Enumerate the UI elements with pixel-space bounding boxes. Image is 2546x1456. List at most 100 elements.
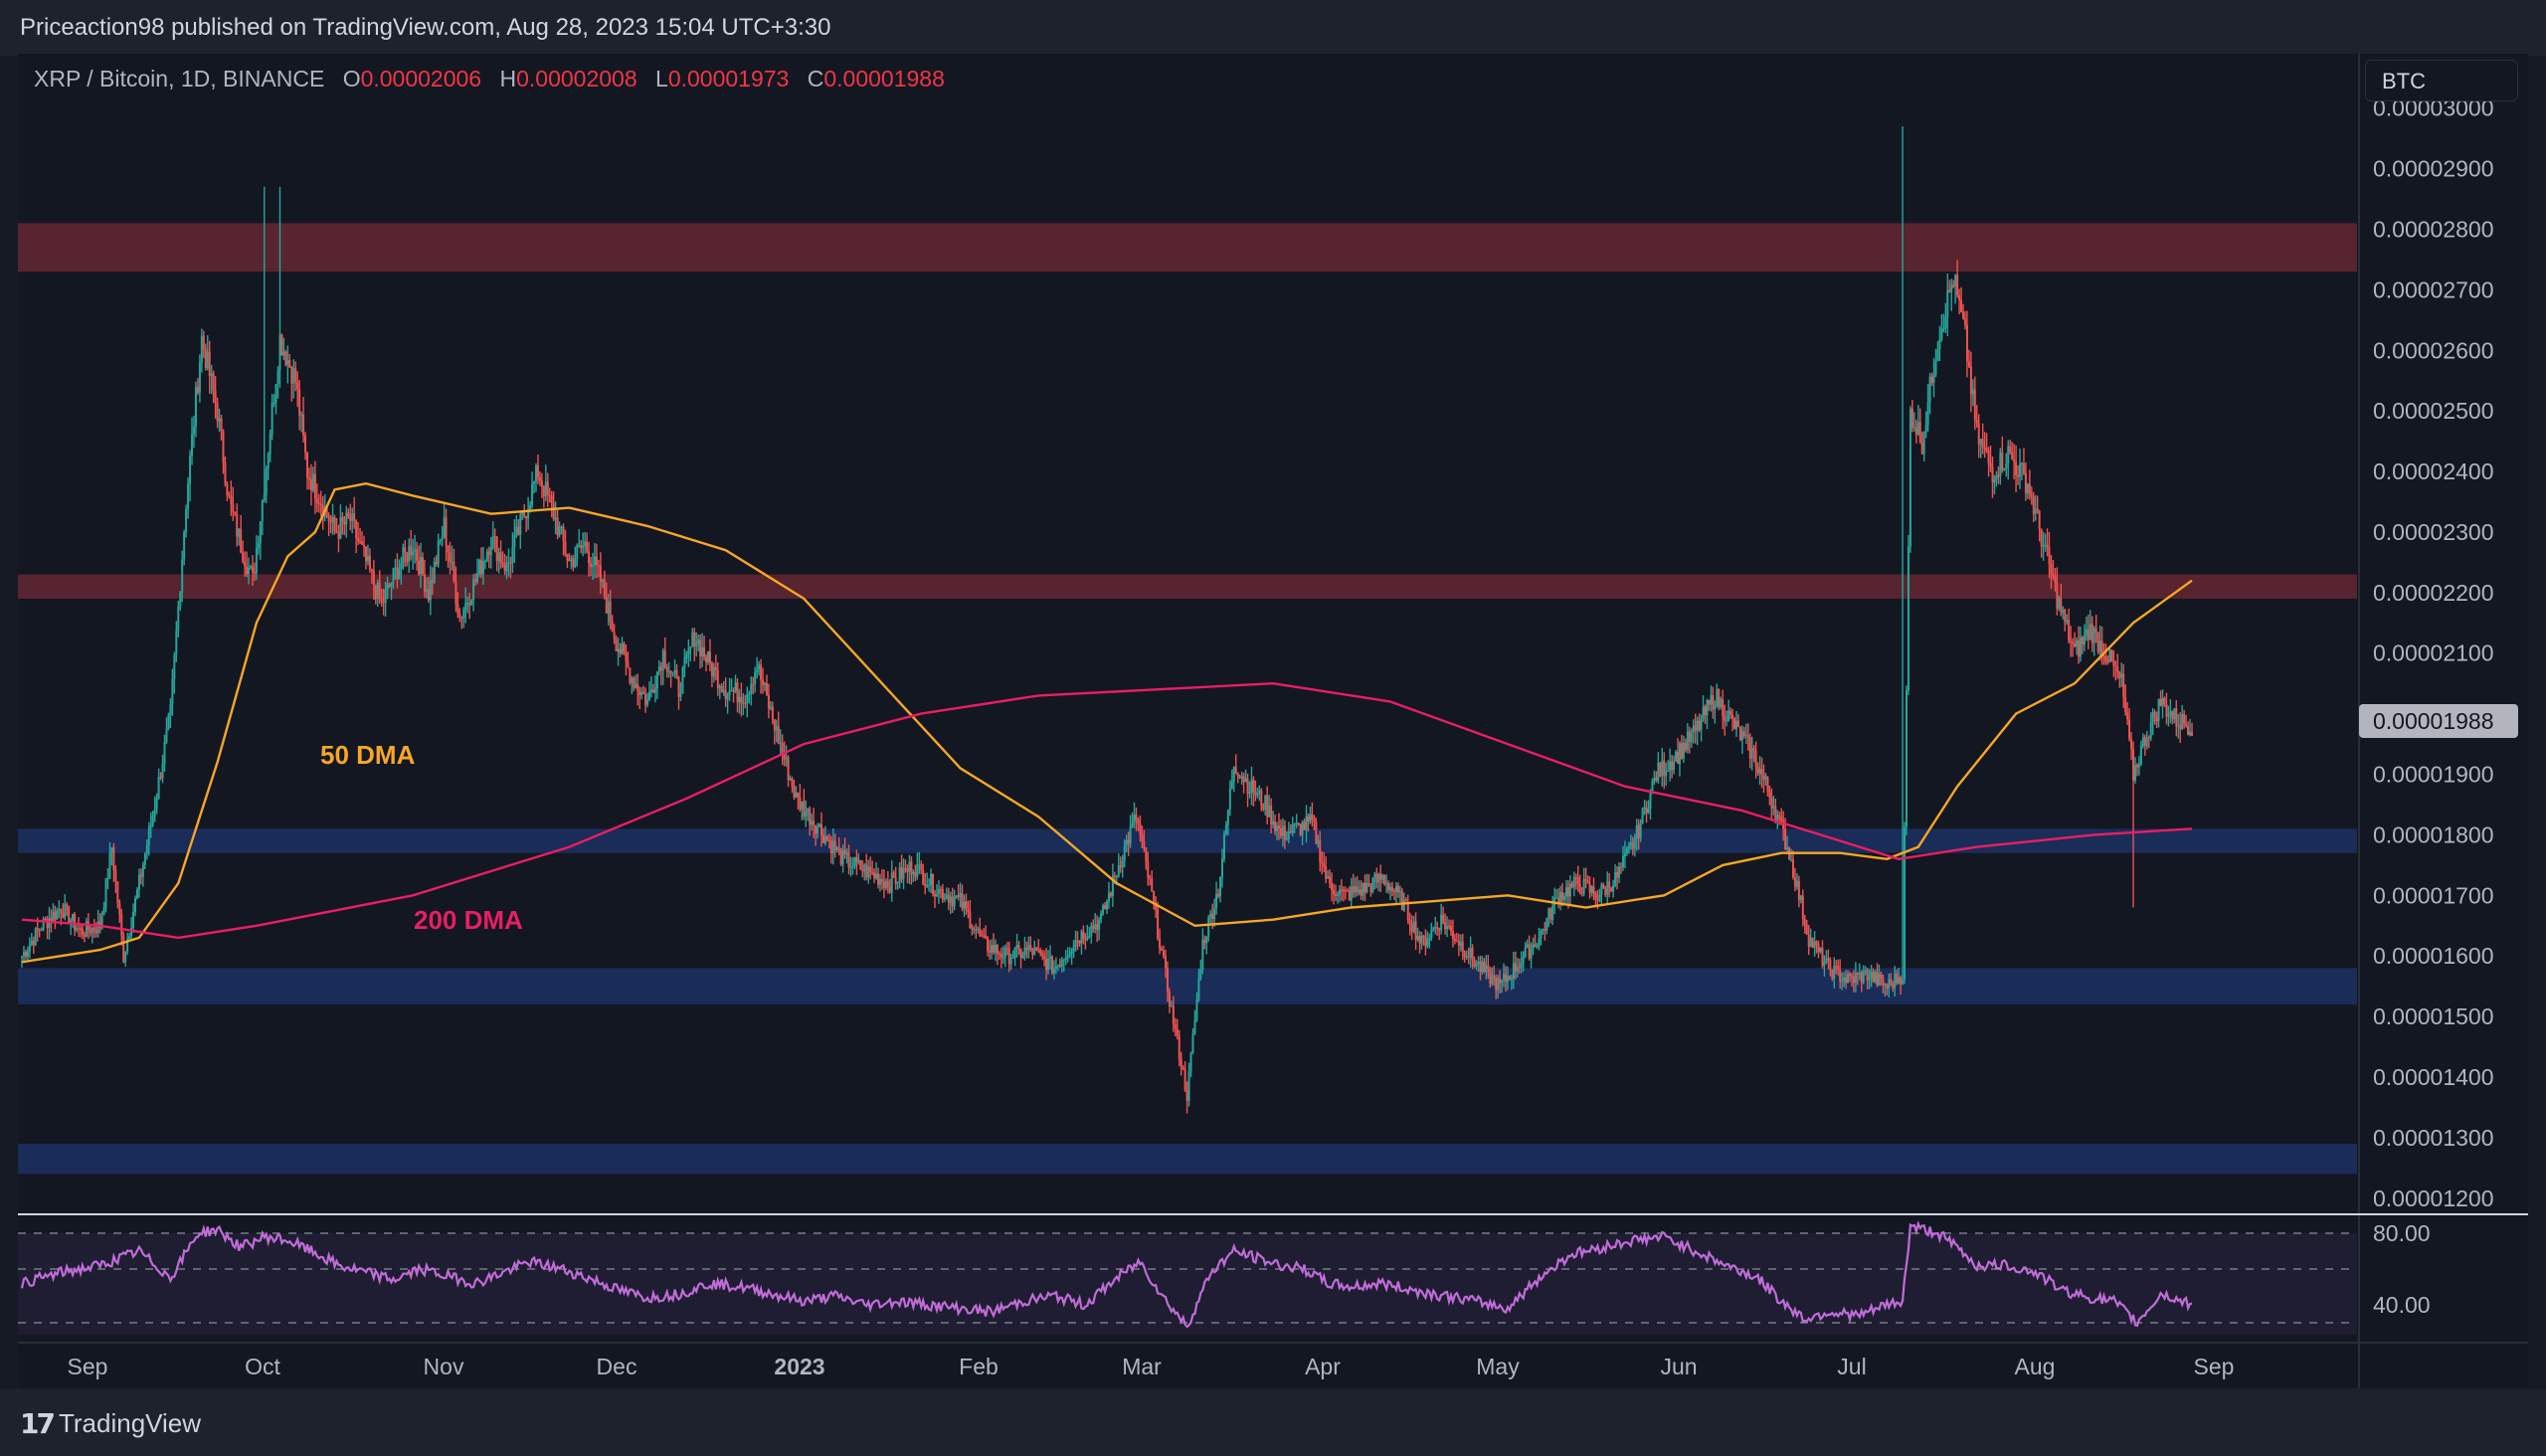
candle bbox=[1770, 788, 1773, 821]
candle bbox=[108, 841, 111, 880]
tradingview-logo[interactable]: 𝟭𝟳 TradingView bbox=[20, 1407, 201, 1440]
candle bbox=[40, 927, 43, 932]
candle bbox=[884, 878, 887, 891]
low-value: 0.00001973 bbox=[667, 66, 790, 91]
candle bbox=[578, 529, 581, 548]
candle bbox=[2165, 692, 2168, 725]
candle bbox=[1422, 934, 1425, 946]
rsi-band bbox=[18, 1233, 2357, 1335]
candle bbox=[357, 522, 360, 546]
candle bbox=[307, 467, 310, 490]
candle bbox=[257, 535, 260, 555]
candle bbox=[762, 667, 765, 694]
candle bbox=[1137, 817, 1140, 831]
candle bbox=[76, 925, 79, 933]
candle bbox=[1963, 310, 1966, 330]
candle bbox=[1700, 714, 1703, 742]
candle bbox=[347, 508, 350, 519]
candle bbox=[1387, 880, 1390, 894]
candle bbox=[687, 638, 690, 667]
candle bbox=[1938, 325, 1941, 361]
candle bbox=[544, 464, 547, 502]
candle bbox=[1604, 885, 1607, 898]
candle bbox=[198, 354, 201, 403]
candle bbox=[576, 543, 579, 567]
candle bbox=[1377, 872, 1380, 892]
candle bbox=[1129, 815, 1132, 848]
candle bbox=[2042, 531, 2045, 561]
candle bbox=[1111, 863, 1114, 907]
candle bbox=[2096, 632, 2099, 655]
candle bbox=[1760, 757, 1763, 789]
candle bbox=[716, 661, 719, 696]
candlestick-chart[interactable]: 0.000030000.000029000.000028000.00002700… bbox=[0, 0, 2546, 1456]
candle bbox=[137, 868, 140, 898]
candle bbox=[1965, 310, 1968, 378]
candle bbox=[771, 701, 774, 725]
candle bbox=[1827, 949, 1830, 970]
candle bbox=[517, 518, 520, 536]
candle bbox=[1430, 922, 1433, 942]
candle bbox=[2128, 708, 2131, 742]
candle bbox=[1916, 405, 1919, 437]
candle bbox=[1176, 1018, 1179, 1040]
candle bbox=[439, 539, 442, 545]
candle bbox=[1530, 942, 1533, 969]
candle bbox=[955, 894, 958, 899]
candle bbox=[345, 505, 348, 538]
candle bbox=[1926, 384, 1929, 432]
candle bbox=[2185, 714, 2188, 728]
candle bbox=[849, 856, 852, 877]
candle bbox=[2079, 626, 2082, 662]
candle bbox=[991, 939, 994, 960]
candle bbox=[1309, 807, 1312, 824]
candle bbox=[797, 792, 800, 810]
candle bbox=[1657, 752, 1660, 784]
candle bbox=[437, 533, 440, 568]
candle bbox=[1590, 885, 1593, 897]
candle bbox=[2046, 528, 2049, 557]
candle bbox=[443, 501, 446, 539]
candle bbox=[1479, 955, 1482, 981]
candle bbox=[1790, 848, 1793, 862]
candle bbox=[335, 518, 338, 534]
currency-button[interactable]: BTC bbox=[2365, 60, 2518, 101]
candle bbox=[163, 734, 166, 772]
candle bbox=[720, 683, 723, 693]
candle bbox=[2005, 453, 2008, 477]
candle bbox=[807, 808, 810, 821]
candle bbox=[1035, 946, 1038, 952]
candle bbox=[2114, 660, 2117, 681]
candle bbox=[1580, 887, 1583, 897]
candle bbox=[1029, 936, 1032, 953]
candle bbox=[592, 552, 595, 580]
candle bbox=[1467, 947, 1470, 965]
candle bbox=[1572, 871, 1575, 897]
candle bbox=[1734, 710, 1737, 737]
candle bbox=[580, 540, 583, 554]
candle bbox=[1625, 846, 1628, 856]
candle bbox=[1962, 303, 1965, 320]
candle bbox=[1248, 781, 1251, 799]
candle bbox=[1905, 685, 1908, 836]
candle bbox=[1203, 935, 1206, 950]
candle bbox=[760, 658, 763, 694]
price-tick-17: 0.00001300 bbox=[2373, 1125, 2494, 1151]
candle bbox=[507, 548, 510, 577]
candle bbox=[483, 559, 486, 570]
candle bbox=[1833, 957, 1836, 989]
candle bbox=[280, 333, 283, 356]
candle bbox=[730, 678, 733, 692]
candle bbox=[284, 349, 287, 367]
candle bbox=[1185, 1081, 1188, 1114]
candle bbox=[1733, 716, 1736, 730]
candle bbox=[1172, 996, 1175, 1032]
candle bbox=[611, 615, 614, 633]
candle bbox=[835, 845, 838, 853]
candle bbox=[98, 913, 101, 934]
candle bbox=[979, 917, 982, 938]
candle bbox=[540, 472, 543, 499]
candle bbox=[801, 801, 804, 820]
tradingview-logo-icon: 𝟭𝟳 bbox=[20, 1408, 56, 1439]
candle bbox=[1475, 960, 1478, 971]
